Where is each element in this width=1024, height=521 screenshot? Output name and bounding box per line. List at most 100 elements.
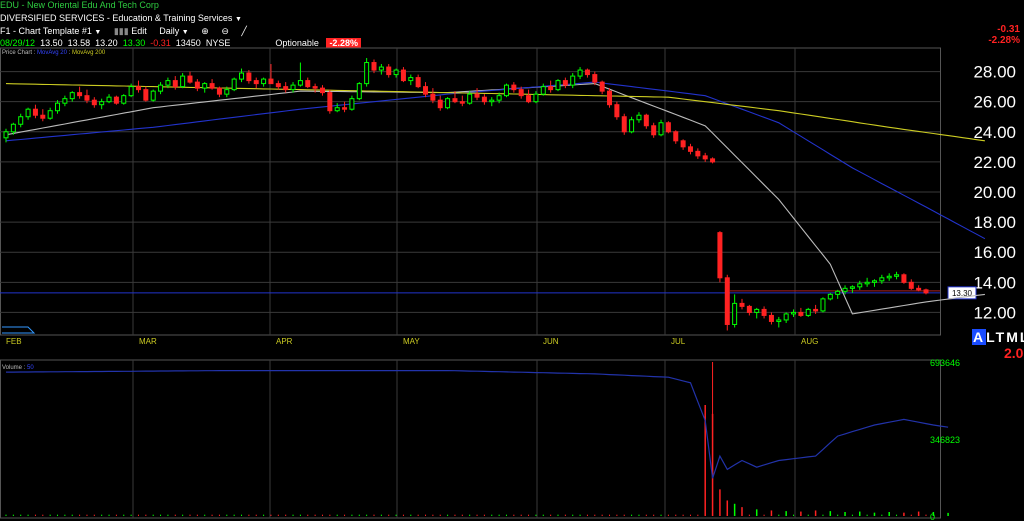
chart-canvas[interactable]: 28.00 26.00 24.00 22.00 20.00 18.00 16.00 14.00… [0,0,1024,521]
candle-body [47,110,53,119]
candle-body [746,305,752,313]
y-tick-label: 14.00 [973,273,1016,292]
candle-body [452,98,458,103]
candle-body [636,114,642,121]
y-tick-label: 20.00 [973,183,1016,202]
rating-value: 2.0 [1004,345,1024,361]
candle-body [305,80,311,88]
candle-body [503,84,509,97]
candle-body [106,96,112,103]
volume-tick-label: 346823 [930,435,960,445]
candle-body [687,146,693,152]
y-tick-label: 18.00 [973,213,1016,232]
y-tick-label: 22.00 [973,153,1016,172]
candle-body [805,308,811,316]
candle-body [886,275,892,279]
candle-body [754,308,760,313]
candle-body [342,107,348,110]
candle-body [739,302,745,307]
candle-body [143,89,149,101]
candle-body [69,92,75,100]
candle-body [312,86,318,89]
candle-body [246,72,252,82]
candle-body [194,81,200,89]
candle-body [135,86,141,91]
candle-body [702,155,708,160]
month-label: APR [276,337,293,346]
month-label: MAY [403,337,420,346]
candle-body [77,92,83,97]
candle-body [570,75,576,86]
candle-body [732,302,738,325]
candle-body [3,131,9,139]
candle-body [239,72,245,80]
candle-body [923,289,929,294]
candle-body [584,69,590,76]
candle-body [908,281,914,289]
candle-body [378,66,384,71]
candle-body [555,80,561,91]
candle-body [651,125,657,136]
candle-body [415,77,421,88]
candle-body [768,314,774,322]
candle-body [430,93,436,101]
candle-body [820,298,826,312]
candle-body [813,308,819,312]
candle-body [724,277,730,325]
candle-body [548,86,554,91]
month-label: AUG [801,337,818,346]
volume-pane-border [0,359,941,519]
candle-body [481,96,487,103]
candle-body [150,90,156,101]
candle-body [10,123,16,133]
candle-body [209,83,215,89]
candle-body [202,83,208,89]
y-tick-label: 12.00 [973,303,1016,322]
candle-body [783,313,789,321]
candle-body [231,78,237,91]
rating-label: ALTML [972,329,1024,345]
candle-body [467,93,473,104]
moving-average-line [5,81,986,240]
candle-body [99,101,105,106]
scroll-marker-icon [2,326,36,334]
candle-body [290,84,296,91]
candle-body [334,107,340,112]
candle-body [665,122,671,133]
candle-body [224,89,230,95]
candle-body [275,83,281,88]
candle-body [599,81,605,92]
candle-body [710,158,716,163]
candle-body [680,140,686,148]
volume-tick-label: 693646 [930,358,960,368]
candle-body [629,119,635,133]
month-label: JUL [671,337,686,346]
candle-body [592,74,598,83]
candle-body [423,86,429,95]
candle-body [319,87,325,94]
candle-body [216,87,222,95]
candle-body [518,89,524,97]
candle-body [400,69,406,82]
candle-body [879,277,885,282]
candle-body [187,75,193,83]
candle-body [283,86,289,91]
month-label: FEB [6,337,22,346]
candle-body [113,96,119,104]
candle-body [901,274,907,283]
candle-body [533,93,539,103]
rating-text: LTML [986,329,1024,345]
volume-ma-line [6,370,949,479]
candle-body [408,77,414,82]
candle-body [165,80,171,86]
candle-body [128,86,134,97]
candle-body [717,232,723,279]
candle-body [445,98,451,109]
candle-body [857,283,863,288]
candle-body [437,99,443,109]
candle-body [695,150,701,157]
candle-body [791,311,797,315]
candle-body [489,99,495,103]
candle-body [842,287,848,292]
candle-body [172,80,178,88]
